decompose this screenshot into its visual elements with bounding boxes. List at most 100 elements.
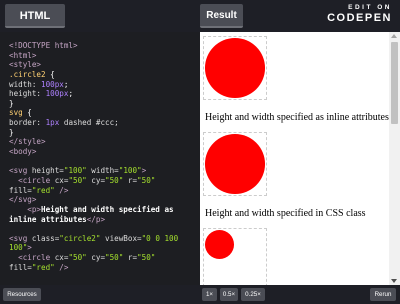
code-token: <body> <box>9 147 37 157</box>
code-line: </svg> <box>9 195 199 205</box>
code-token: <circle <box>9 253 55 263</box>
red-circle <box>204 229 235 260</box>
code-line: <!DOCTYPE html> <box>9 41 199 51</box>
code-token: } <box>9 98 14 108</box>
scroll-up-arrow-icon[interactable] <box>391 34 397 38</box>
code-line: <p>Height and width specified as <box>9 205 199 215</box>
code-line: <svg height="100" width="100"> <box>9 166 199 176</box>
code-token: "circle2" <box>59 233 101 243</box>
code-line: svg { <box>9 108 199 118</box>
code-token: "50" <box>137 253 156 263</box>
code-token: "50" <box>68 253 87 263</box>
code-token: </style> <box>9 137 46 147</box>
code-line: <style> <box>9 60 199 70</box>
code-line: fill="red" /> <box>9 186 199 196</box>
code-token: cx= <box>54 253 69 263</box>
circle-svg-inline <box>203 36 267 100</box>
code-token: dashed #ccc; <box>59 118 119 128</box>
code-line: 100"> <box>9 243 199 253</box>
code-content: <!DOCTYPE html> <html> <style> .circle2 {wi… <box>9 41 199 272</box>
code-line: <svg class="circle2" viewBox="0 0 100 <box>9 234 199 244</box>
code-token: fill= <box>9 262 32 272</box>
code-token: height: <box>9 89 46 99</box>
scroll-down-arrow-icon[interactable] <box>391 279 397 283</box>
code-token: "50" <box>137 175 156 185</box>
code-token: <!DOCTYPE html> <box>9 41 78 50</box>
edit-on-label: EDIT ON <box>348 4 392 11</box>
code-line: width: 100px; <box>9 80 199 90</box>
code-token: 100px <box>45 89 69 99</box>
red-circle <box>204 37 266 99</box>
zoom-0-5x-button[interactable]: 0.5× <box>220 288 238 301</box>
code-token: width= <box>86 166 119 176</box>
code-token: <svg <box>9 233 32 243</box>
code-token: <style> <box>9 60 42 70</box>
code-token: r= <box>123 175 138 185</box>
code-token: > <box>27 243 32 253</box>
zoom-0-25x-button[interactable]: 0.25× <box>241 288 265 301</box>
code-token: "50" <box>105 253 124 263</box>
code-token: 1px <box>45 118 60 128</box>
code-line: border: 1px dashed #ccc; <box>9 118 199 128</box>
code-token: class= <box>31 233 60 243</box>
code-token: "50" <box>68 175 87 185</box>
codepen-logo: CODEPEN <box>327 12 392 24</box>
code-token: ; <box>63 79 69 89</box>
resources-button[interactable]: Resources <box>3 288 41 301</box>
code-token: 100" <box>9 243 28 253</box>
code-token: height= <box>31 166 64 176</box>
code-token: 100px <box>41 79 64 89</box>
bottom-bar: Resources 1× 0.5× 0.25× Rerun <box>0 285 400 304</box>
code-token: </p> <box>86 214 106 224</box>
code-token: "100" <box>63 166 87 176</box>
code-token: ; <box>68 89 74 99</box>
caption-css-class: Height and width specified in CSS class <box>205 208 366 219</box>
code-token: "red" <box>31 185 55 195</box>
code-editor[interactable]: <!DOCTYPE html> <html> <style> .circle2 {wi… <box>0 32 200 285</box>
code-line: .circle2 { <box>9 70 199 80</box>
code-token: "0 0 100 <box>141 233 179 243</box>
code-line: <html> <box>9 51 199 61</box>
code-line: </style> <box>9 137 199 147</box>
code-token: cx= <box>54 175 69 185</box>
code-token: </svg> <box>9 195 37 205</box>
result-preview: Height and width specified as inline att… <box>200 32 389 285</box>
code-token: "50" <box>105 175 124 185</box>
code-token: /> <box>54 185 69 195</box>
code-token: border: <box>9 118 46 128</box>
rerun-button[interactable]: Rerun <box>370 288 396 301</box>
code-line: inline attributes</p> <box>9 215 199 225</box>
code-token: <html> <box>9 50 37 60</box>
code-token: "red" <box>31 262 55 272</box>
result-scrollbar[interactable] <box>389 32 400 285</box>
scroll-thumb[interactable] <box>391 42 398 124</box>
top-bar: HTML Result EDIT ON CODEPEN <box>0 0 400 32</box>
code-token: cy= <box>86 175 106 185</box>
code-token: inline attributes <box>9 214 87 224</box>
code-token: r= <box>123 253 138 263</box>
code-token: <circle <box>9 175 55 185</box>
caption-inline-attributes: Height and width specified as inline att… <box>205 112 389 123</box>
code-token: .circle2 <box>9 69 46 79</box>
code-token: "100" <box>118 166 142 176</box>
circle-svg-small <box>203 228 267 285</box>
edit-on-codepen-link[interactable]: EDIT ON CODEPEN <box>327 4 392 28</box>
circle-svg-css-class <box>203 132 267 196</box>
tab-html[interactable]: HTML <box>5 4 65 28</box>
code-line: <circle cx="50" cy="50" r="50" <box>9 176 199 186</box>
code-token: > <box>141 166 147 176</box>
code-token: fill= <box>9 185 32 195</box>
zoom-1x-button[interactable]: 1× <box>202 288 217 301</box>
code-token: <svg <box>9 166 32 176</box>
result-pane: Height and width specified as inline att… <box>200 32 400 285</box>
code-line: height: 100px; <box>9 89 199 99</box>
code-token: <p> <box>9 204 42 214</box>
tab-result[interactable]: Result <box>200 4 243 28</box>
code-line: } <box>9 128 199 138</box>
red-circle <box>204 133 266 195</box>
code-token: cy= <box>86 253 106 263</box>
code-line: <body> <box>9 147 199 157</box>
code-token: } <box>9 127 14 137</box>
